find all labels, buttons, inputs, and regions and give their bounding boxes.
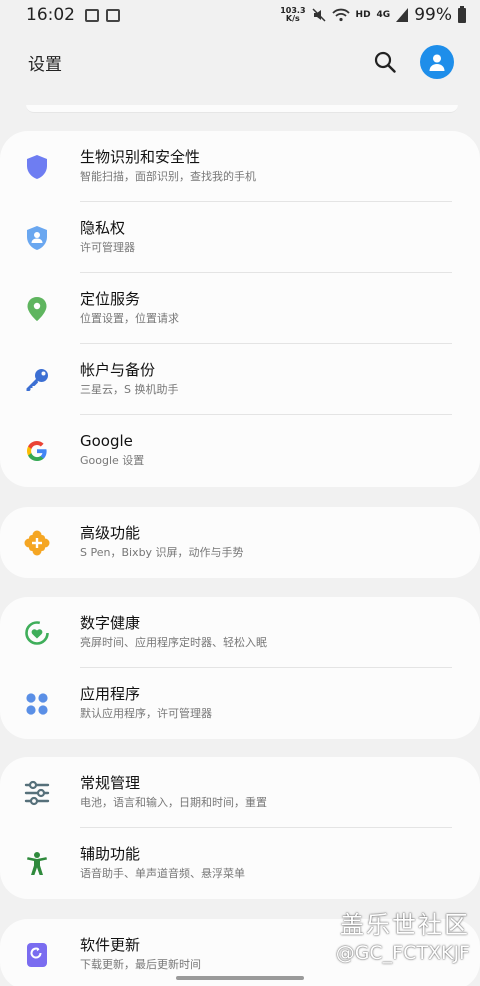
item-title: 数字健康 <box>80 613 141 632</box>
app-header: 设置 <box>0 30 480 94</box>
battery-icon <box>458 5 466 23</box>
settings-card-advanced: 高级功能 S Pen，Bixby 识屏，动作与手势 <box>0 507 480 578</box>
hd-label: HD <box>355 10 371 20</box>
battery-percent: 99% <box>414 5 452 25</box>
settings-item-digital-wellbeing[interactable]: 数字健康 亮屏时间、应用程序定时器、轻松入眠 <box>0 597 480 668</box>
settings-item-privacy[interactable]: 隐私权 许可管理器 <box>0 202 480 273</box>
item-subtitle: 位置设置，位置请求 <box>80 311 179 325</box>
search-button[interactable] <box>372 49 398 75</box>
software-update-icon <box>23 941 51 969</box>
signal-label: 4G <box>376 10 391 20</box>
wellbeing-heart-icon <box>23 619 51 647</box>
shield-icon <box>23 153 51 181</box>
item-subtitle: 语音助手、单声道音频、悬浮菜单 <box>80 866 245 880</box>
person-icon <box>429 54 445 71</box>
item-title: 生物识别和安全性 <box>80 147 201 166</box>
item-title: 帐户与备份 <box>80 360 156 379</box>
settings-item-apps[interactable]: 应用程序 默认应用程序，许可管理器 <box>0 668 480 739</box>
watermark-handle: @GC_FCTXKJF <box>335 942 470 964</box>
accessibility-icon <box>23 850 51 878</box>
item-title: 辅助功能 <box>80 844 141 863</box>
puzzle-plus-icon <box>23 529 51 557</box>
profile-avatar[interactable] <box>420 45 454 79</box>
settings-item-advanced-features[interactable]: 高级功能 S Pen，Bixby 识屏，动作与手势 <box>0 507 480 578</box>
settings-item-google[interactable]: Google Google 设置 <box>0 415 480 486</box>
status-bar: 16:02 103.3 K/s HD 4G 99% <box>0 0 480 30</box>
item-title: Google <box>80 431 133 450</box>
search-icon <box>374 51 396 73</box>
watermark: 盖乐世社区 @GC_FCTXKJF <box>336 905 470 964</box>
item-title: 定位服务 <box>80 289 141 308</box>
settings-item-location[interactable]: 定位服务 位置设置，位置请求 <box>0 273 480 344</box>
network-speed: 103.3 K/s <box>280 6 306 23</box>
settings-card-general: 常规管理 电池，语言和输入，日期和时间，重置 辅助功能 语音助手、单声道音频、悬… <box>0 757 480 899</box>
item-title: 常规管理 <box>80 773 141 792</box>
apps-grid-icon <box>23 690 51 718</box>
item-subtitle: 电池，语言和输入，日期和时间，重置 <box>80 795 267 809</box>
status-time: 16:02 <box>26 5 75 25</box>
item-title: 高级功能 <box>80 523 141 542</box>
settings-item-accessibility[interactable]: 辅助功能 语音助手、单声道音频、悬浮菜单 <box>0 828 480 899</box>
item-subtitle: 智能扫描，面部识别，查找我的手机 <box>80 169 256 183</box>
privacy-shield-icon <box>23 224 51 252</box>
item-title: 应用程序 <box>80 684 141 703</box>
previous-card-edge <box>26 105 458 113</box>
item-subtitle: Google 设置 <box>80 453 145 467</box>
app-notification-icon <box>106 8 120 22</box>
settings-item-accounts-backup[interactable]: 帐户与备份 三星云，S 换机助手 <box>0 344 480 415</box>
watermark-title: 盖乐世社区 <box>340 911 470 939</box>
item-subtitle: 许可管理器 <box>80 240 135 254</box>
settings-card-security: 生物识别和安全性 智能扫描，面部识别，查找我的手机 隐私权 许可管理器 定位服务 <box>0 131 480 487</box>
item-subtitle: S Pen，Bixby 识屏，动作与手势 <box>80 545 244 559</box>
sliders-icon <box>23 779 51 807</box>
signal-icon <box>396 8 409 22</box>
item-title: 隐私权 <box>80 218 126 237</box>
key-icon <box>23 366 51 394</box>
location-pin-icon <box>23 295 51 323</box>
settings-card-wellbeing-apps: 数字健康 亮屏时间、应用程序定时器、轻松入眠 应用程序 默认应用程序，许可管理器 <box>0 597 480 739</box>
item-subtitle: 亮屏时间、应用程序定时器、轻松入眠 <box>80 635 267 649</box>
mute-icon <box>312 8 326 22</box>
page-title: 设置 <box>28 54 62 75</box>
item-subtitle: 三星云，S 换机助手 <box>80 382 179 396</box>
settings-item-biometrics[interactable]: 生物识别和安全性 智能扫描，面部识别，查找我的手机 <box>0 131 480 202</box>
item-subtitle: 默认应用程序，许可管理器 <box>80 706 212 720</box>
gallery-notification-icon <box>85 8 99 22</box>
wifi-icon <box>331 8 350 22</box>
settings-item-general-management[interactable]: 常规管理 电池，语言和输入，日期和时间，重置 <box>0 757 480 828</box>
gesture-navigation-bar[interactable] <box>176 976 304 980</box>
google-icon <box>23 437 51 465</box>
